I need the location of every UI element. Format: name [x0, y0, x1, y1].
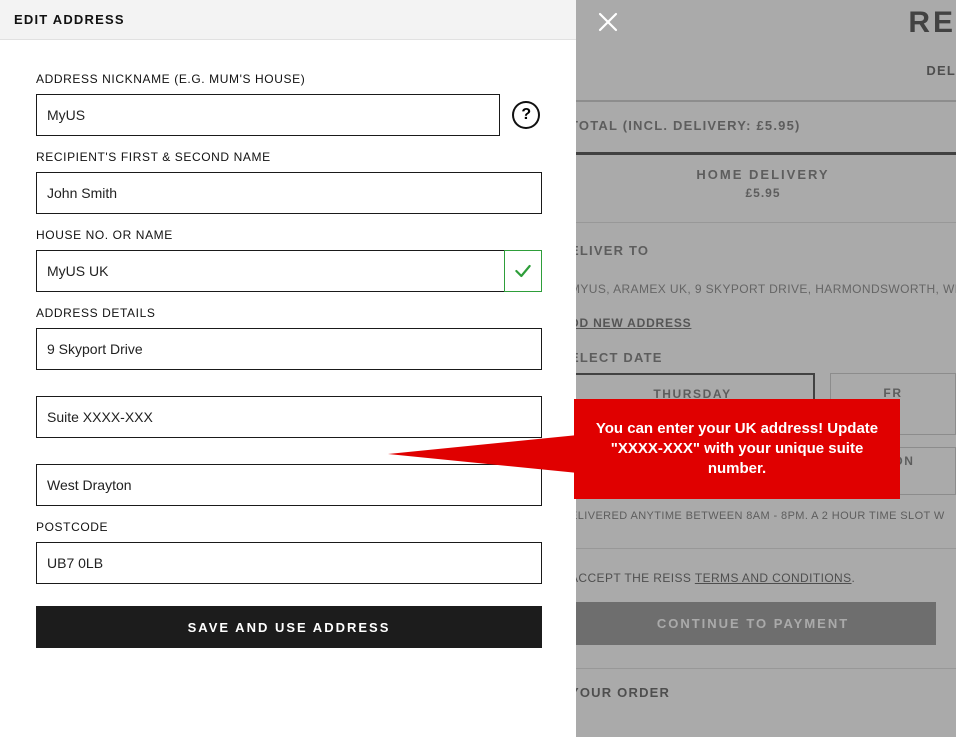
instruction-callout: You can enter your UK address! Update "X…: [388, 399, 900, 499]
postcode-input[interactable]: [36, 542, 542, 584]
modal-backdrop[interactable]: [576, 0, 956, 737]
callout-arrow-icon: [388, 435, 578, 473]
save-and-use-address-button[interactable]: SAVE AND USE ADDRESS: [36, 606, 542, 648]
help-icon[interactable]: ?: [512, 101, 540, 129]
address-details-label: ADDRESS DETAILS: [36, 306, 540, 320]
address-line1-input[interactable]: [36, 328, 542, 370]
recipient-label: RECIPIENT'S FIRST & SECOND NAME: [36, 150, 540, 164]
panel-title: EDIT ADDRESS: [0, 0, 576, 40]
nickname-input[interactable]: [36, 94, 500, 136]
postcode-label: POSTCODE: [36, 520, 540, 534]
edit-address-panel: EDIT ADDRESS ADDRESS NICKNAME (E.G. MUM'…: [0, 0, 576, 737]
nickname-label: ADDRESS NICKNAME (E.G. MUM'S HOUSE): [36, 72, 540, 86]
house-input[interactable]: [36, 250, 542, 292]
close-icon[interactable]: [596, 10, 620, 34]
recipient-input[interactable]: [36, 172, 542, 214]
house-label: HOUSE NO. OR NAME: [36, 228, 540, 242]
callout-text: You can enter your UK address! Update "X…: [574, 399, 900, 499]
